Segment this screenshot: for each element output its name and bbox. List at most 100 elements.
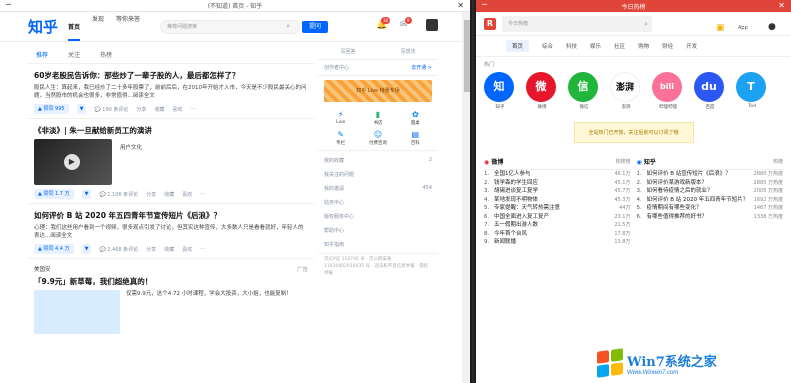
ask-button[interactable]: 提问 (301, 20, 328, 33)
app-weibo[interactable]: 微微博 (526, 72, 558, 110)
card-title[interactable]: 《非淡》| 朱一旦献给新员工的演讲 (34, 125, 308, 136)
downvote-button[interactable]: ▼ (76, 104, 87, 114)
side-list-item[interactable]: 知乎指南 (324, 237, 432, 251)
list-item[interactable]: 4. 某地发现不明物体 45.3万 (484, 196, 631, 205)
list-item[interactable]: 1. 如何评价 B 站宣传短片《后浪》？ 2880 万热度 (637, 170, 784, 179)
upvote-button[interactable]: ▲ 赞同 995 (34, 104, 69, 114)
card-title[interactable]: 「9.9元」新草莓，我们超绝真的！ (34, 276, 308, 287)
side-list-item[interactable]: 我的收藏 2 (324, 153, 432, 167)
more-icon[interactable]: ··· (190, 106, 195, 112)
side-list-item[interactable]: 帮助中心 (324, 223, 432, 237)
tab-home[interactable]: 首页 (506, 40, 530, 52)
app-wechat[interactable]: 信微信 (568, 72, 600, 110)
avatar[interactable] (426, 19, 438, 31)
promo-banner[interactable]: 知乎 Live 特惠专场 (324, 80, 432, 102)
scrollbar[interactable] (462, 12, 470, 383)
list-item[interactable]: 7. 五一假期出游人数 21.5万 (484, 221, 631, 230)
feature-consult[interactable]: ☺ 付费咨询 (359, 130, 396, 146)
list-item[interactable]: 2. 如何评价某游戏新版本？ 2885 万热度 (637, 179, 784, 188)
card-excerpt[interactable]: 股民人生：算起来，我已经炒了二十多年股票了，前前后后，在2010年开始才入市，今… (34, 84, 308, 100)
list-item[interactable]: 5. 专家提醒：天气转热需注意 44万 (484, 204, 631, 213)
user-avatar[interactable]: ● (768, 22, 776, 32)
more-icon[interactable]: ··· (200, 191, 205, 197)
zhihu-title[interactable]: ◉ 知乎 (637, 157, 656, 166)
comment-button[interactable]: 💬 1,106 条评论 (99, 191, 138, 198)
list-item[interactable]: 6. 有哪些值得推荐的好书？ 1338 万热度 (637, 213, 784, 222)
tab-follow[interactable]: 关注 (68, 50, 80, 59)
feature-live[interactable]: ⚡ Live (322, 110, 359, 126)
favorite-button[interactable]: 收藏 (164, 191, 174, 198)
ad-brand[interactable]: 美国安 (34, 265, 51, 273)
card-excerpt[interactable]: 仅需9.9元，这个4.72 小时课程，学会大投资，大小姐，也能复制！ (126, 290, 306, 334)
tab-shopping[interactable]: 购物 (638, 42, 649, 52)
ad-image[interactable] (34, 290, 120, 334)
feature-bookstore[interactable]: ▮ 书店 (359, 110, 396, 126)
feed-card[interactable]: 《非淡》| 朱一旦献给新员工的演讲 ▶ 用户文化 ▲ 赞同 1.7 万 ▼ 💬 … (28, 119, 314, 204)
side-list-item[interactable]: 站务中心 (324, 195, 432, 209)
list-item[interactable]: 1. 全国1亿人参与 46.1万 (484, 170, 631, 179)
bell-icon[interactable]: 🔔 30 (376, 17, 391, 30)
app-pengpai[interactable]: 澎湃 澎湃 (610, 72, 642, 110)
downvote-button[interactable]: ▼ (81, 189, 92, 199)
share-button[interactable]: 分享 (146, 246, 156, 253)
side-list-item[interactable]: 我关注的问题 (324, 167, 432, 181)
favorite-button[interactable]: 收藏 (164, 246, 174, 253)
app-baidu[interactable]: du 百度 (694, 72, 726, 110)
downvote-button[interactable]: ▼ (81, 244, 92, 254)
side-list-item[interactable]: 版权服务中心 (324, 209, 432, 223)
search-icon[interactable]: ⌕ (286, 22, 290, 31)
feature-wiki[interactable]: ▤ 百科 (397, 130, 434, 146)
like-button[interactable]: 喜欢 (182, 246, 192, 253)
favorite-button[interactable]: 收藏 (154, 106, 164, 113)
comment-button[interactable]: 💬 190 条评论 (94, 106, 128, 113)
notice-banner[interactable]: 全站热门已开放，关注后就可以订阅了哦 (573, 122, 694, 143)
close-icon[interactable]: ✕ (778, 1, 785, 10)
nav-discover[interactable]: 发现 (92, 14, 104, 41)
write-idea-button[interactable]: 写想法 (400, 48, 415, 55)
creator-center[interactable]: 创作者中心 去开通 > (318, 60, 438, 76)
list-item[interactable]: 9. 新闻联播 13.8万 (484, 238, 631, 247)
feed-card[interactable]: 60岁老股民告诉你：那些炒了一辈子股的人，最后都怎样了？ 股民人生：算起来，我已… (28, 64, 314, 119)
list-item[interactable]: 6. 中国全面进入复工复产 23.1万 (484, 213, 631, 222)
minimize-icon[interactable]: ─ (6, 0, 11, 9)
creator-action[interactable]: 去开通 > (411, 64, 432, 71)
upvote-button[interactable]: ▲ 赞同 4.4 万 (34, 244, 74, 254)
jinri-logo[interactable]: R (484, 17, 496, 30)
video-thumbnail[interactable]: ▶ (34, 139, 112, 185)
like-button[interactable]: 喜欢 (172, 106, 182, 113)
card-excerpt[interactable]: 心理：我们这些用户看到一个视频，很多观点引发了讨论，但其实这种宣传，大多数人只是… (34, 224, 308, 240)
weibo-title[interactable]: ◉ 微博 (484, 157, 503, 166)
tab-recommend[interactable]: 推荐 (36, 50, 48, 59)
list-item[interactable]: 3. 如何看待疫情之后的就业？ 2005 万热度 (637, 187, 784, 196)
card-title[interactable]: 60岁老股民告诉你：那些炒了一辈子股的人，最后都怎样了？ (34, 70, 308, 81)
tab-hot[interactable]: 热榜 (100, 50, 112, 59)
share-button[interactable]: 分享 (136, 106, 146, 113)
list-item[interactable]: 2. 钱学森的学生回应 45.1万 (484, 179, 631, 188)
search-input[interactable]: 今日热榜 ⌕ (502, 15, 652, 32)
tab-ent[interactable]: 娱乐 (590, 42, 601, 52)
app-zhihu[interactable]: 知知乎 (484, 72, 516, 110)
search-input[interactable]: 推荐问题搜索 (160, 19, 301, 34)
zhihu-logo[interactable]: 知乎 (28, 16, 58, 37)
more-icon[interactable]: ··· (200, 246, 205, 252)
nav-home[interactable]: 首页 (68, 22, 81, 41)
tab-finance[interactable]: 财经 (662, 42, 673, 52)
list-item[interactable]: 3. 胡锡进谈复工复学 45.7万 (484, 187, 631, 196)
search-icon[interactable]: ⌕ (644, 16, 648, 32)
app-bilibili[interactable]: bili 哔哩哔哩 (652, 72, 684, 110)
share-button[interactable]: 分享 (146, 191, 156, 198)
list-item[interactable]: 5. 疫情期间有哪些变化？ 1467 万热度 (637, 204, 784, 213)
ad-card[interactable]: 美国安 广告 「9.9元」新草莓，我们超绝真的！ 仅需9.9元，这个4.72 小… (28, 259, 314, 338)
scrollbar-thumb[interactable] (464, 20, 470, 92)
card-title[interactable]: 如何评价 B 站 2020 年五四青年节宣传短片《后浪》？ (34, 210, 308, 221)
nav-waiting[interactable]: 等你来答 (116, 14, 140, 41)
tab-tech[interactable]: 科技 (566, 42, 577, 52)
write-answer-button[interactable]: 写回答 (340, 48, 355, 55)
card-author[interactable]: 用户文化 (120, 139, 142, 185)
app-label[interactable]: App (738, 25, 748, 31)
app-icon[interactable]: ▣ (716, 23, 725, 33)
list-item[interactable]: 4. 如何评价 B 站 2020 年五四青年节短片？ 1692 万热度 (637, 196, 784, 205)
message-icon[interactable]: ✉ 9 (400, 17, 412, 30)
tab-community[interactable]: 社区 (614, 42, 625, 52)
play-icon[interactable]: ▶ (64, 154, 80, 170)
